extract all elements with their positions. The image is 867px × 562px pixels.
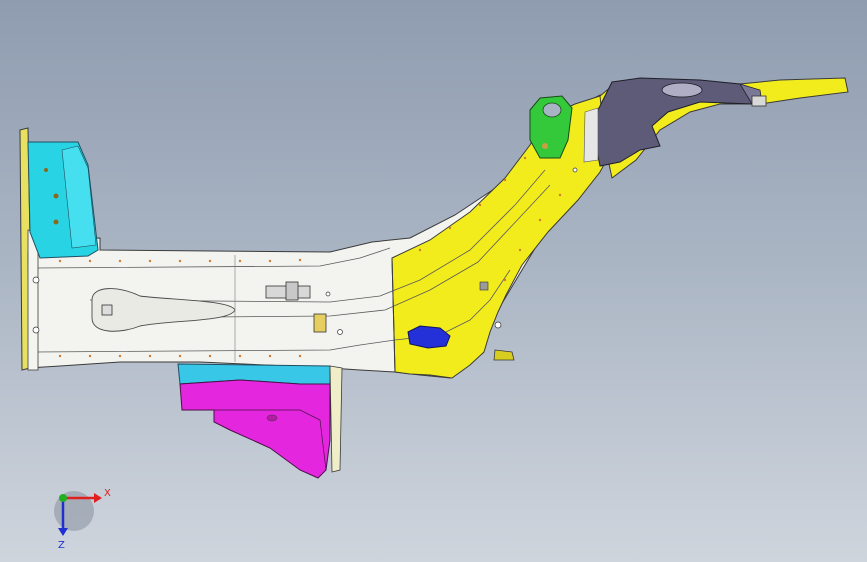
- rail-stud: [313, 313, 327, 333]
- graphics-viewport[interactable]: X Z: [0, 0, 867, 562]
- bracket-hole: [53, 193, 59, 199]
- shock-tower-hole: [661, 82, 703, 98]
- bracket-hole: [44, 168, 48, 172]
- yellow-lower-tab: [493, 349, 515, 361]
- rear-flange-strip: [329, 365, 343, 473]
- front-flange-plate-inner: [27, 229, 39, 371]
- magenta-bracket-hole: [266, 414, 278, 422]
- green-bracket-hole: [542, 102, 562, 118]
- green-bracket-bolt: [542, 143, 548, 149]
- cad-assembly-model[interactable]: [0, 0, 867, 562]
- shock-tower-small-tab: [751, 95, 767, 107]
- yellow-rail-square: [479, 281, 489, 291]
- tower-light-panel: [583, 107, 599, 163]
- rail-mount-clip-center: [285, 281, 299, 301]
- rail-square-hole: [101, 304, 113, 316]
- magenta-lower-bracket[interactable]: [179, 379, 331, 479]
- bracket-hole: [53, 219, 59, 225]
